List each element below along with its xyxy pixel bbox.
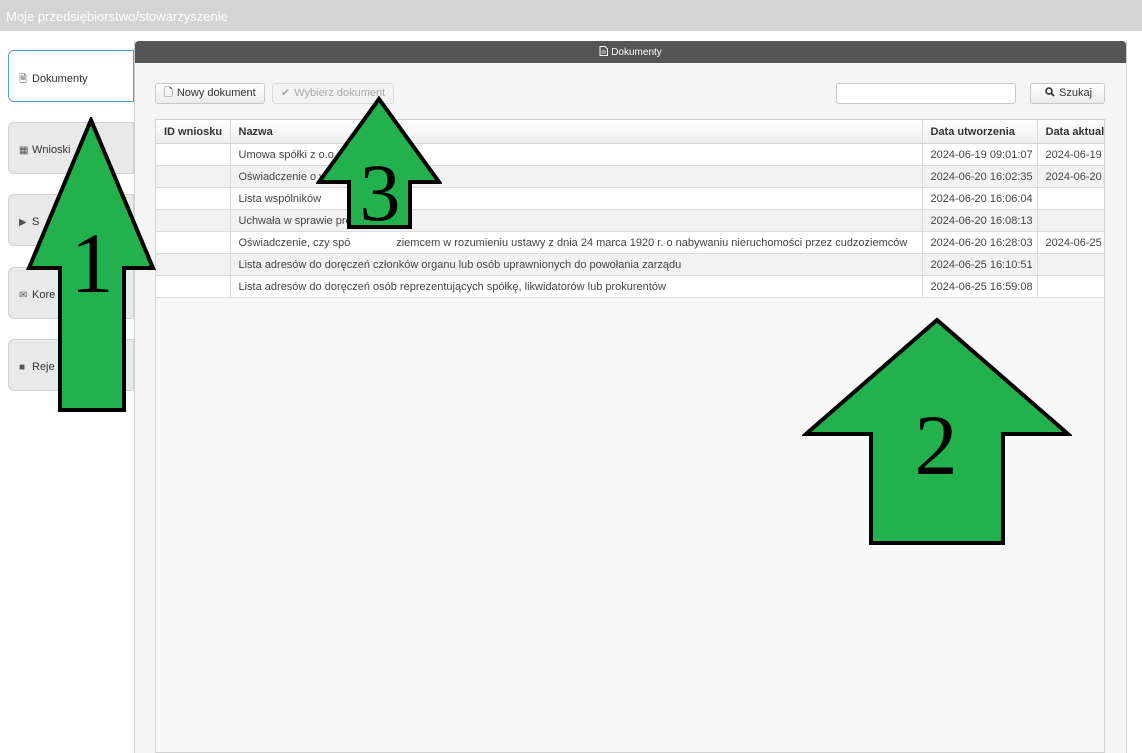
app-title: Moje przedsiębiorstwo/stowarzyszenie: [6, 9, 228, 24]
new-document-button[interactable]: 🗋 Nowy dokument: [155, 83, 265, 104]
cell-name: Lista adresów do doręczeń osób reprezent…: [230, 275, 923, 298]
search-icon: [1045, 84, 1055, 103]
table-row[interactable]: Lista adresów do doręczeń członków organ…: [156, 253, 1104, 276]
cell-name: Oświadczenie, czy spó ziemcem w rozumien…: [230, 231, 923, 254]
table-row[interactable]: Uchwała w sprawie pro 2024-06-20 16:08:1…: [156, 209, 1104, 232]
column-header[interactable]: ID wniosku: [156, 120, 231, 144]
new-document-label: Nowy dokument: [176, 87, 256, 99]
table-row[interactable]: Oświadczenie o w 2024-06-20 16:02:35 202…: [156, 165, 1104, 188]
cell-created: 2024-06-25 16:59:08: [922, 275, 1038, 298]
annotation-arrow-1: 1: [26, 117, 156, 412]
sidebar-item-dokumenty[interactable]: 🗎 Dokumenty: [8, 50, 134, 102]
cell-created: 2024-06-25 16:10:51: [922, 253, 1038, 276]
new-file-icon: 🗋: [164, 87, 173, 99]
cell-id: [156, 143, 231, 166]
cell-updated: [1037, 187, 1104, 210]
annotation-label-1: 1: [71, 215, 114, 311]
annotation-arrow-2: 2: [802, 317, 1072, 545]
cell-updated: [1037, 209, 1104, 232]
cell-created: 2024-06-20 16:06:04: [922, 187, 1038, 210]
column-header[interactable]: Data utworzenia: [922, 120, 1038, 144]
table-row[interactable]: Lista wspólników 2024-06-20 16:06:04: [156, 187, 1104, 210]
panel-header: Dokumenty: [135, 41, 1126, 63]
cell-created: 2024-06-20 16:08:13: [922, 209, 1038, 232]
search-button[interactable]: Szukaj: [1030, 83, 1105, 104]
cell-created: 2024-06-20 16:28:03: [922, 231, 1038, 254]
cell-updated: [1037, 275, 1104, 298]
table-header-row: ID wniosku Nazwa Data utworzenia Data ak…: [156, 120, 1104, 144]
cell-id: [156, 253, 231, 276]
cell-id: [156, 209, 231, 232]
cell-updated: 2024-06-20: [1037, 165, 1104, 188]
cell-id: [156, 165, 231, 188]
sidebar-item-label: Dokumenty: [32, 73, 88, 85]
cell-id: [156, 187, 231, 210]
annotation-arrow-3: 3: [316, 96, 442, 230]
cell-id: [156, 275, 231, 298]
cell-id: [156, 231, 231, 254]
top-bar: Moje przedsiębiorstwo/stowarzyszenie: [0, 0, 1142, 31]
cell-updated: 2024-06-25: [1037, 231, 1104, 254]
search-button-label: Szukaj: [1059, 87, 1093, 99]
panel-title: Dokumenty: [611, 47, 662, 58]
table-row[interactable]: Umowa spółki z o.o. 2024-06-19 09:01:07 …: [156, 143, 1104, 166]
annotation-label-2: 2: [915, 397, 958, 493]
cell-created: 2024-06-19 09:01:07: [922, 143, 1038, 166]
cell-created: 2024-06-20 16:02:35: [922, 165, 1038, 188]
column-header[interactable]: Data aktuali: [1037, 120, 1104, 144]
annotation-label-3: 3: [360, 147, 401, 230]
document-icon: 🗎: [19, 74, 28, 85]
cell-updated: [1037, 253, 1104, 276]
check-icon: ✔: [281, 87, 291, 99]
table-row[interactable]: Oświadczenie, czy spó ziemcem w rozumien…: [156, 231, 1104, 254]
table-row[interactable]: Lista adresów do doręczeń osób reprezent…: [156, 275, 1104, 298]
cell-updated: 2024-06-19: [1037, 143, 1104, 166]
cell-name: Lista adresów do doręczeń członków organ…: [230, 253, 923, 276]
document-icon: [599, 46, 609, 56]
search-input[interactable]: [836, 83, 1016, 104]
